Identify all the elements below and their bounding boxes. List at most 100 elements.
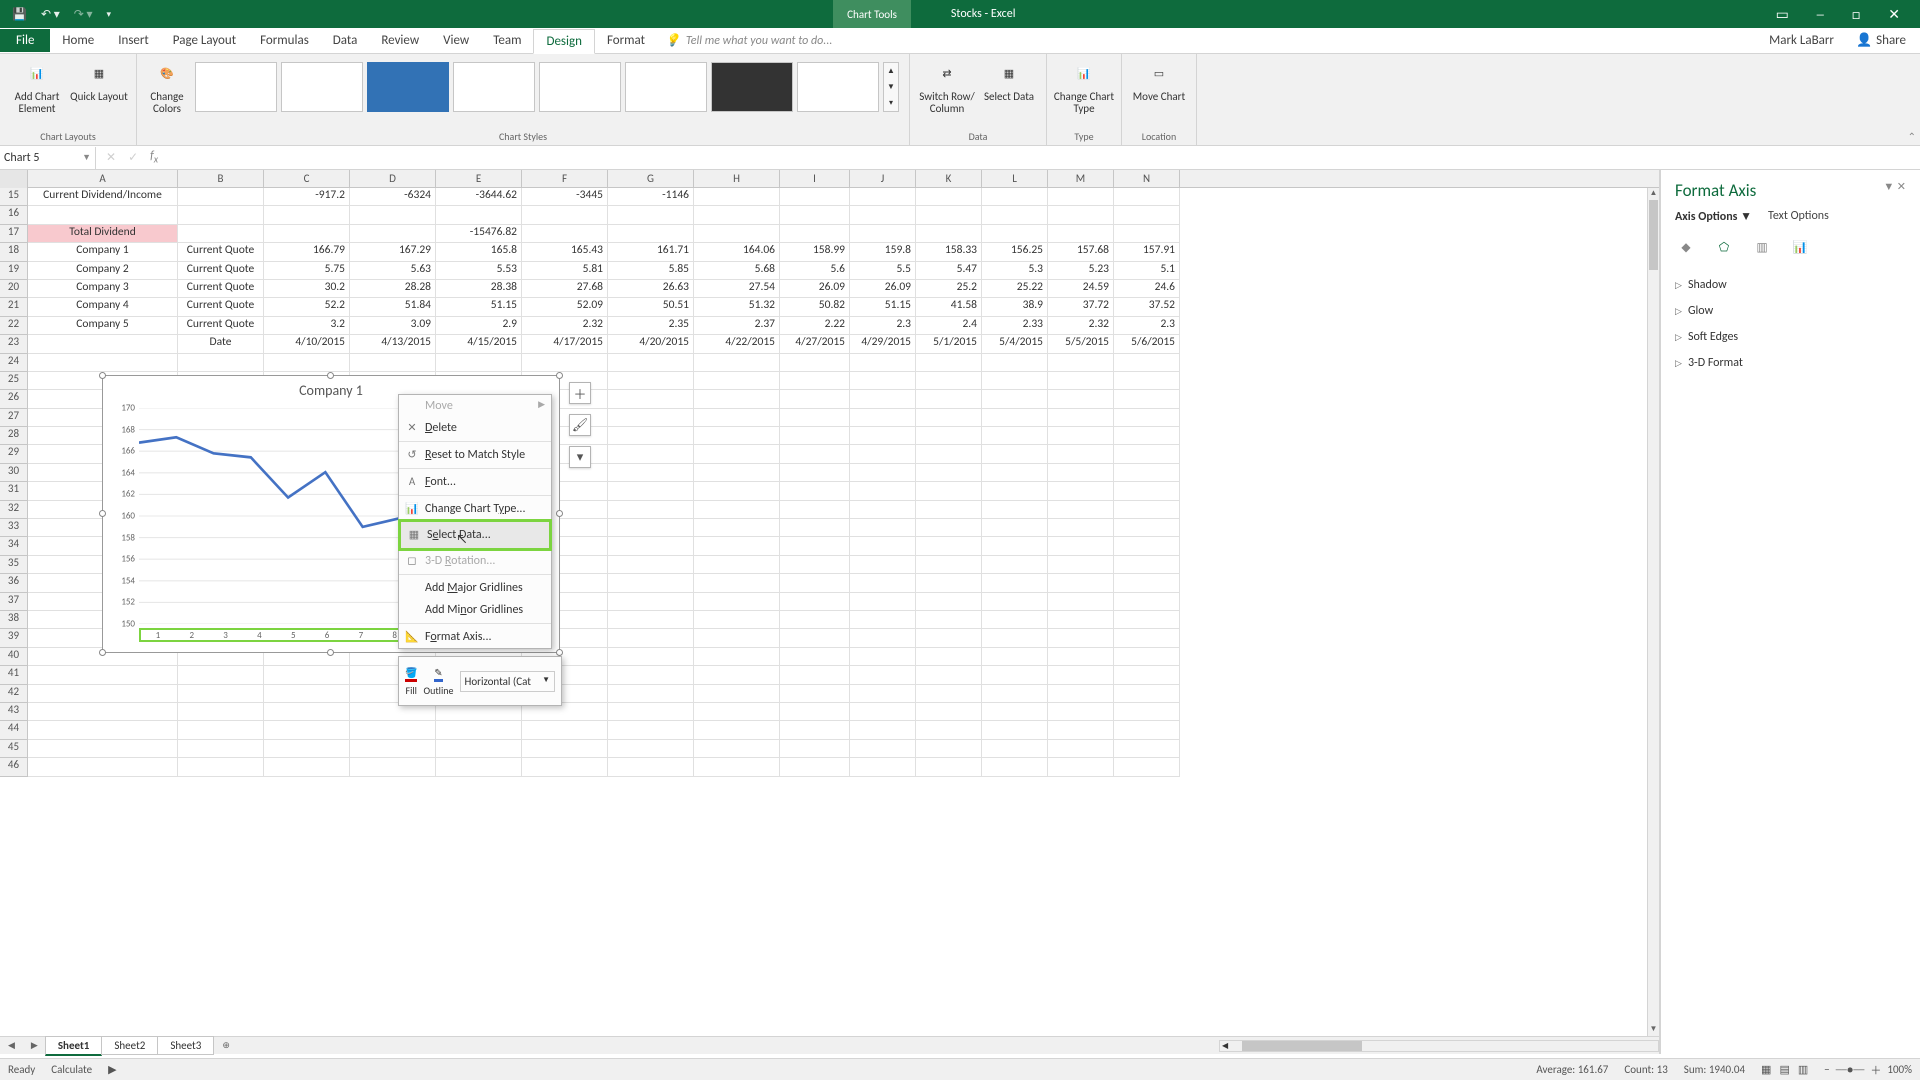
select-all-triangle[interactable]: [0, 170, 28, 188]
cell[interactable]: [694, 758, 780, 776]
qat-customize-icon[interactable]: ▾: [107, 9, 112, 20]
cell[interactable]: [1114, 666, 1180, 684]
cell[interactable]: 158.33: [916, 243, 982, 261]
row-header[interactable]: 19: [0, 262, 28, 280]
cell[interactable]: 2.35: [608, 317, 694, 335]
column-header[interactable]: M: [1048, 170, 1114, 187]
cell[interactable]: [850, 445, 916, 463]
cell[interactable]: [1114, 721, 1180, 739]
cell[interactable]: [1114, 225, 1180, 243]
cell[interactable]: 5.85: [608, 262, 694, 280]
cell[interactable]: [264, 354, 350, 372]
cell[interactable]: 26.63: [608, 280, 694, 298]
cell[interactable]: [264, 225, 350, 243]
row-header[interactable]: 37: [0, 593, 28, 611]
cell[interactable]: [1048, 354, 1114, 372]
chart-elements-button[interactable]: ＋: [569, 382, 591, 404]
cell[interactable]: [608, 409, 694, 427]
cell[interactable]: [780, 685, 850, 703]
cell[interactable]: 5.3: [982, 262, 1048, 280]
cell[interactable]: [1114, 354, 1180, 372]
cell[interactable]: 2.4: [916, 317, 982, 335]
cell[interactable]: 5.53: [436, 262, 522, 280]
cell[interactable]: [916, 409, 982, 427]
cell[interactable]: [522, 758, 608, 776]
cell[interactable]: 51.15: [436, 298, 522, 316]
cell[interactable]: [178, 188, 264, 206]
cell[interactable]: [608, 519, 694, 537]
cell[interactable]: 5.23: [1048, 262, 1114, 280]
cell[interactable]: [608, 666, 694, 684]
cell[interactable]: [916, 611, 982, 629]
cell[interactable]: [1114, 556, 1180, 574]
cell[interactable]: 52.09: [522, 298, 608, 316]
cell[interactable]: [850, 537, 916, 555]
chart-style-1[interactable]: [195, 62, 277, 112]
cell[interactable]: [694, 482, 780, 500]
cell[interactable]: 158.99: [780, 243, 850, 261]
cell[interactable]: [780, 188, 850, 206]
cell[interactable]: 51.32: [694, 298, 780, 316]
cell[interactable]: 5.63: [350, 262, 436, 280]
cell[interactable]: [1048, 464, 1114, 482]
column-header[interactable]: L: [982, 170, 1048, 187]
cell[interactable]: [694, 740, 780, 758]
cell[interactable]: [916, 685, 982, 703]
undo-icon[interactable]: ↶ ▾: [41, 7, 60, 22]
cell[interactable]: [1114, 390, 1180, 408]
cell[interactable]: -917.2: [264, 188, 350, 206]
cell[interactable]: [916, 206, 982, 224]
cell[interactable]: [522, 206, 608, 224]
cell[interactable]: [1048, 501, 1114, 519]
cell[interactable]: [264, 721, 350, 739]
cell[interactable]: [1048, 648, 1114, 666]
cell[interactable]: [1048, 666, 1114, 684]
tab-insert[interactable]: Insert: [106, 29, 161, 52]
cell[interactable]: [916, 721, 982, 739]
cell[interactable]: [916, 593, 982, 611]
sheet-tab-1[interactable]: Sheet1: [45, 1036, 103, 1056]
cell[interactable]: [178, 721, 264, 739]
cell[interactable]: [916, 666, 982, 684]
text-options-tab[interactable]: Text Options: [1768, 209, 1829, 224]
cell[interactable]: -1146: [608, 188, 694, 206]
add-chart-element-button[interactable]: 📊Add Chart Element: [6, 58, 68, 114]
page-layout-view-icon[interactable]: ▤: [1779, 1063, 1789, 1076]
cell[interactable]: [694, 409, 780, 427]
cell[interactable]: Company 2: [28, 262, 178, 280]
cell[interactable]: [1114, 188, 1180, 206]
cell[interactable]: [1048, 703, 1114, 721]
cell[interactable]: Current Quote: [178, 262, 264, 280]
cell[interactable]: [850, 611, 916, 629]
cell[interactable]: [1048, 611, 1114, 629]
cell[interactable]: [694, 574, 780, 592]
cell[interactable]: [1048, 427, 1114, 445]
cell[interactable]: [780, 519, 850, 537]
cell[interactable]: [178, 666, 264, 684]
formula-bar[interactable]: [168, 147, 1920, 169]
cell[interactable]: [1048, 556, 1114, 574]
cell[interactable]: [608, 629, 694, 647]
cell[interactable]: [982, 740, 1048, 758]
cell[interactable]: [1114, 593, 1180, 611]
cell[interactable]: 4/13/2015: [350, 335, 436, 353]
row-header[interactable]: 29: [0, 445, 28, 463]
column-header[interactable]: I: [780, 170, 850, 187]
cell[interactable]: [982, 501, 1048, 519]
cell[interactable]: [916, 574, 982, 592]
resize-handle[interactable]: [556, 510, 563, 517]
cell[interactable]: [178, 740, 264, 758]
row-header[interactable]: 21: [0, 298, 28, 316]
cell[interactable]: [780, 721, 850, 739]
cell[interactable]: [916, 648, 982, 666]
normal-view-icon[interactable]: ▦: [1761, 1063, 1771, 1076]
cell[interactable]: [1114, 648, 1180, 666]
cell[interactable]: [916, 390, 982, 408]
chart-styles-button[interactable]: 🖌: [569, 414, 591, 436]
cell[interactable]: [982, 519, 1048, 537]
cell[interactable]: [780, 703, 850, 721]
cell[interactable]: 4/22/2015: [694, 335, 780, 353]
cell[interactable]: [28, 721, 178, 739]
cell[interactable]: Current Quote: [178, 243, 264, 261]
save-icon[interactable]: 💾: [12, 7, 27, 22]
